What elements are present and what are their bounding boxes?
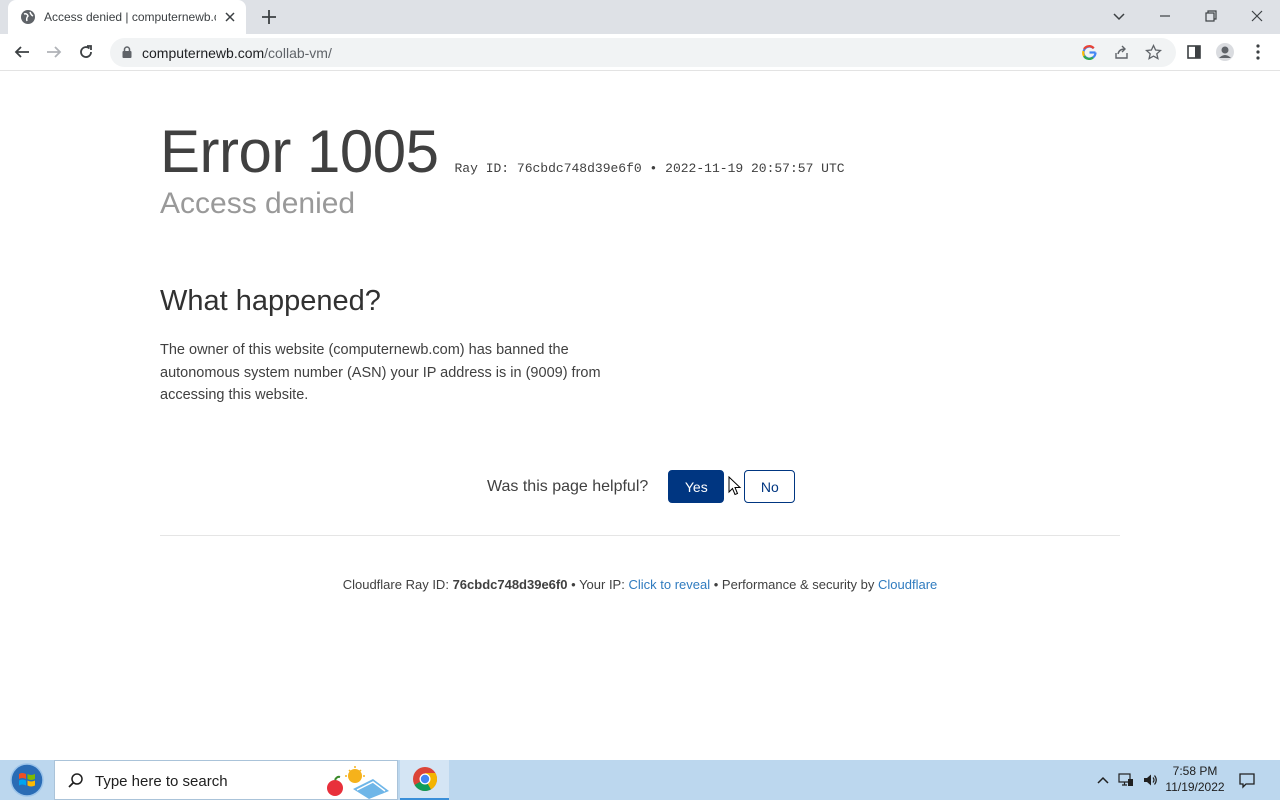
ray-id-text: Ray ID: 76cbdc748d39e6f0: [454, 161, 642, 176]
windows-logo-icon: [10, 763, 44, 797]
yes-button[interactable]: Yes: [668, 470, 725, 503]
address-bar[interactable]: computernewb.com/collab-vm/: [110, 38, 1176, 67]
search-icon: [68, 773, 83, 788]
taskbar-search-box[interactable]: Type here to search: [54, 760, 398, 800]
globe-icon: [21, 10, 35, 24]
search-placeholder: Type here to search: [95, 773, 228, 790]
error-header: Error 1005 Ray ID: 76cbdc748d39e6f0 • 20…: [160, 117, 845, 186]
error-subtitle: Access denied: [160, 187, 356, 220]
what-happened-heading: What happened?: [160, 285, 381, 317]
search-highlight-illustration-icon: [327, 766, 389, 799]
cloudflare-link[interactable]: Cloudflare: [878, 577, 937, 592]
back-icon[interactable]: [12, 42, 32, 62]
footer-ray-label: Cloudflare Ray ID:: [342, 577, 449, 592]
footer-sep-2: •: [713, 577, 719, 592]
google-lens-icon[interactable]: [1081, 44, 1098, 61]
clock-time: 7:58 PM: [1172, 764, 1218, 778]
network-icon[interactable]: [1118, 772, 1134, 788]
menu-kebab-icon[interactable]: [1248, 42, 1268, 62]
meta-bullet: •: [649, 161, 658, 176]
reload-icon[interactable]: [76, 42, 96, 62]
bookmark-star-icon[interactable]: [1145, 44, 1162, 61]
start-button[interactable]: [6, 761, 48, 799]
notification-center-icon[interactable]: [1238, 771, 1256, 789]
what-happened-text: The owner of this website (computernewb.…: [160, 342, 601, 403]
windows-taskbar: Type here to search 7:58 PM 11/19/2022: [0, 760, 1280, 800]
cloudflare-footer: Cloudflare Ray ID: 76cbdc748d39e6f0 • Yo…: [0, 577, 1280, 592]
system-clock[interactable]: 7:58 PM 11/19/2022: [1160, 763, 1230, 795]
lock-icon[interactable]: [120, 45, 134, 59]
browser-tab[interactable]: Access denied | computernewb.com: [8, 0, 246, 34]
clock-date: 11/19/2022: [1165, 780, 1225, 794]
forward-icon[interactable]: [44, 42, 64, 62]
share-icon[interactable]: [1113, 44, 1130, 61]
footer-divider: [160, 535, 1120, 536]
no-button[interactable]: No: [744, 470, 796, 503]
tab-title: Access denied | computernewb.com: [44, 10, 216, 24]
error-title: Error 1005: [160, 118, 439, 185]
reveal-ip-link[interactable]: Click to reveal: [628, 577, 710, 592]
helpful-question: Was this page helpful?: [487, 477, 649, 495]
page-content: Error 1005 Ray ID: 76cbdc748d39e6f0 • 20…: [0, 71, 1280, 760]
show-hidden-icons-chevron-icon[interactable]: [1095, 772, 1111, 788]
minimize-icon[interactable]: [1155, 6, 1175, 26]
browser-toolbar: computernewb.com/collab-vm/: [0, 34, 1280, 71]
taskbar-chrome-app[interactable]: [400, 760, 449, 800]
footer-ip-label: Your IP:: [579, 577, 625, 592]
mouse-cursor-icon: [728, 476, 742, 496]
ray-id-meta: Ray ID: 76cbdc748d39e6f0 • 2022-11-19 20…: [454, 161, 844, 176]
volume-icon[interactable]: [1142, 772, 1158, 788]
footer-ray-id: 76cbdc748d39e6f0: [452, 577, 568, 592]
footer-perf-label: Performance & security by: [721, 577, 875, 592]
close-tab-icon[interactable]: [222, 9, 238, 25]
tab-search-icon[interactable]: [1109, 6, 1129, 26]
side-panel-icon[interactable]: [1184, 42, 1204, 62]
close-window-icon[interactable]: [1247, 6, 1267, 26]
footer-sep-1: •: [571, 577, 576, 592]
url-text: computernewb.com/collab-vm/: [142, 45, 332, 61]
chrome-icon: [412, 767, 437, 792]
timestamp: 2022-11-19 20:57:57 UTC: [665, 161, 845, 176]
tab-strip: Access denied | computernewb.com: [0, 0, 1280, 34]
new-tab-icon[interactable]: [260, 8, 278, 26]
feedback-row: Was this page helpful? Yes No: [487, 470, 796, 503]
restore-icon[interactable]: [1201, 6, 1221, 26]
profile-avatar-icon[interactable]: [1215, 42, 1235, 62]
